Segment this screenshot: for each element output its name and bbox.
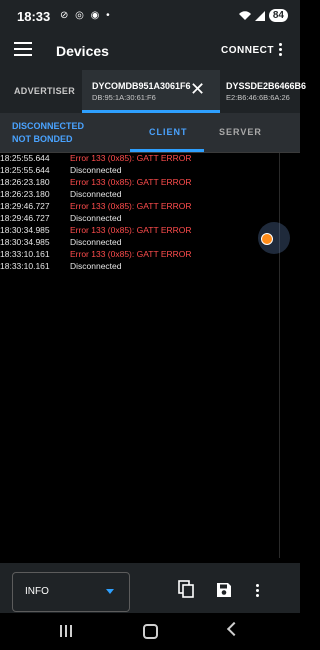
bond-state: NOT BONDED [12, 134, 73, 144]
log-row: 18:29:46.727 Error 133 (0x85): GATT ERROR [0, 201, 280, 213]
connection-row: DISCONNECTED NOT BONDED CLIENT SERVER [0, 113, 300, 152]
log-row: 18:29:46.727 Disconnected [0, 213, 280, 225]
log-level-dropdown[interactable]: INFO [12, 572, 130, 612]
app-bar: Devices CONNECT [0, 34, 300, 70]
battery-icon: 84 [268, 9, 288, 22]
log-message: Disconnected [70, 213, 122, 223]
scroll-track [279, 153, 280, 558]
device-address: E2:B6:46:6B:6A:26 [226, 93, 290, 102]
signal-icon [254, 10, 265, 21]
log-row: 18:30:34.985 Error 133 (0x85): GATT ERROR [0, 225, 280, 237]
log-message: Error 133 (0x85): GATT ERROR [70, 177, 192, 187]
log-message: Disconnected [70, 261, 122, 271]
tab-advertiser[interactable]: ADVERTISER [14, 86, 75, 96]
dropdown-caret-icon [106, 589, 114, 594]
status-right: 84 [238, 9, 288, 22]
log-message: Error 133 (0x85): GATT ERROR [70, 153, 192, 163]
log-row: 18:33:10.161 Disconnected [0, 261, 280, 273]
copy-icon[interactable] [178, 580, 194, 598]
log-row: 18:30:34.985 Disconnected [0, 237, 280, 249]
log-timestamp: 18:25:55.644 [0, 165, 50, 175]
log-message: Disconnected [70, 165, 122, 175]
status-bar: 18:33 ⊘ ◎ ◉ • 84 [0, 0, 300, 34]
log-list[interactable]: 18:25:55.644 Error 133 (0x85): GATT ERROR… [0, 153, 280, 273]
device-name: DYSSDE2B6466B6 [226, 81, 307, 91]
log-row: 18:26:23.180 Error 133 (0x85): GATT ERROR [0, 177, 280, 189]
log-timestamp: 18:30:34.985 [0, 225, 50, 235]
wifi-icon [238, 10, 251, 20]
page-title: Devices [56, 43, 109, 59]
log-timestamp: 18:33:10.161 [0, 261, 50, 271]
connect-button[interactable]: CONNECT [221, 45, 274, 56]
device-name: DYCOMDB951A3061F6 [92, 81, 191, 91]
log-timestamp: 18:33:10.161 [0, 249, 50, 259]
recents-icon[interactable] [60, 625, 72, 637]
home-icon[interactable] [143, 624, 158, 639]
notification-icons: ⊘ ◎ ◉ • [60, 10, 112, 21]
log-timestamp: 18:25:55.644 [0, 153, 50, 163]
log-timestamp: 18:26:23.180 [0, 189, 50, 199]
connection-state: DISCONNECTED [12, 121, 85, 131]
more-vert-icon[interactable] [254, 582, 260, 599]
log-timestamp: 18:26:23.180 [0, 177, 50, 187]
log-message: Disconnected [70, 237, 122, 247]
log-message: Error 133 (0x85): GATT ERROR [70, 249, 192, 259]
log-message: Disconnected [70, 189, 122, 199]
scroll-thumb[interactable] [261, 233, 273, 245]
more-vert-icon[interactable] [277, 41, 283, 58]
log-timestamp: 18:29:46.727 [0, 213, 50, 223]
menu-icon[interactable] [14, 42, 32, 58]
log-row: 18:26:23.180 Disconnected [0, 189, 280, 201]
log-timestamp: 18:29:46.727 [0, 201, 50, 211]
tab-device-active[interactable]: DYCOMDB951A3061F6 DB:95:1A:30:61:F6 ✕ [82, 70, 220, 113]
tab-server[interactable]: SERVER [219, 127, 262, 137]
tab-client[interactable]: CLIENT [149, 127, 188, 137]
log-row: 18:33:10.161 Error 133 (0x85): GATT ERROR [0, 249, 280, 261]
close-icon[interactable]: ✕ [190, 80, 205, 98]
log-message: Error 133 (0x85): GATT ERROR [70, 225, 192, 235]
log-timestamp: 18:30:34.985 [0, 237, 50, 247]
device-address: DB:95:1A:30:61:F6 [92, 93, 156, 102]
log-row: 18:25:55.644 Disconnected [0, 165, 280, 177]
log-row: 18:25:55.644 Error 133 (0x85): GATT ERROR [0, 153, 280, 165]
status-time: 18:33 [17, 9, 51, 24]
log-message: Error 133 (0x85): GATT ERROR [70, 201, 192, 211]
save-icon[interactable] [216, 582, 232, 598]
log-level-value: INFO [25, 586, 49, 597]
